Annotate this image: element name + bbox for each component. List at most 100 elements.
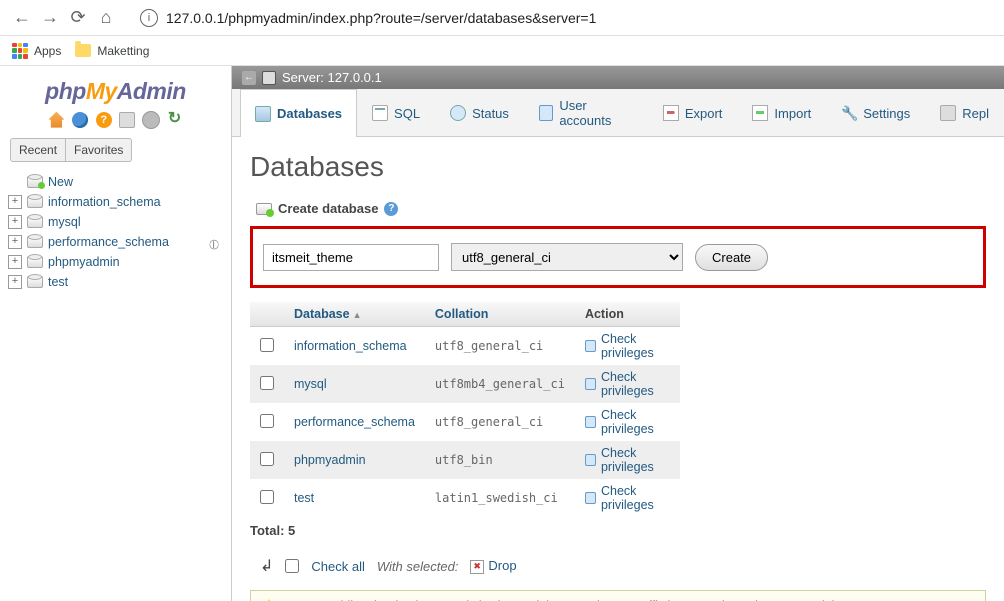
check-privileges-link[interactable]: Check privileges	[585, 370, 670, 398]
favorites-tab[interactable]: Favorites	[66, 138, 132, 162]
row-checkbox[interactable]	[260, 452, 274, 466]
row-checkbox[interactable]	[260, 376, 274, 390]
db-link[interactable]: performance_schema	[294, 415, 415, 429]
db-link[interactable]: mysql	[294, 377, 327, 391]
tree-item-mysql[interactable]: + mysql	[8, 212, 223, 232]
col-collation[interactable]: Collation	[425, 302, 575, 327]
check-all-link[interactable]: Check all	[311, 559, 364, 574]
back-button[interactable]: ←	[8, 4, 36, 32]
server-link[interactable]: Server: 127.0.0.1	[282, 70, 382, 85]
table-row: information_schema utf8_general_ci Check…	[250, 327, 680, 366]
check-privileges-link[interactable]: Check privileges	[585, 332, 670, 360]
drop-button[interactable]: Drop	[470, 558, 516, 574]
help-icon[interactable]: ?	[384, 202, 398, 216]
tab-export[interactable]: Export	[648, 89, 738, 136]
maketting-bookmark[interactable]: Maketting	[75, 44, 149, 58]
tab-settings[interactable]: 🔧Settings	[826, 89, 925, 136]
docs-icon[interactable]: ?	[96, 112, 112, 128]
sidebar: phpMyAdmin ? ↻ Recent Favorites ⦶ New +	[0, 66, 232, 601]
tab-databases[interactable]: Databases	[240, 89, 357, 137]
expand-icon[interactable]: +	[8, 235, 22, 249]
with-selected-label: With selected:	[377, 559, 459, 574]
users-icon	[539, 105, 553, 121]
db-link[interactable]: information_schema	[294, 339, 407, 353]
tab-status[interactable]: Status	[435, 89, 524, 136]
export-icon	[663, 105, 679, 121]
col-database[interactable]: Database▲	[284, 302, 425, 327]
tree-item-test[interactable]: + test	[8, 272, 223, 292]
check-privileges-link[interactable]: Check privileges	[585, 484, 670, 512]
databases-icon	[255, 106, 271, 122]
reload-button[interactable]: ⟳	[64, 4, 92, 32]
logo[interactable]: phpMyAdmin	[4, 72, 227, 107]
create-db-heading: Create database ?	[250, 201, 986, 216]
server-breadcrumb: ← Server: 127.0.0.1	[232, 66, 1004, 89]
url-text: 127.0.0.1/phpmyadmin/index.php?route=/se…	[166, 10, 596, 26]
table-row: test latin1_swedish_ci Check privileges	[250, 479, 680, 517]
reload-nav-icon[interactable]: ↻	[167, 112, 183, 128]
privileges-icon	[585, 416, 596, 428]
tab-user-accounts[interactable]: User accounts	[524, 89, 648, 136]
server-icon	[262, 71, 276, 85]
page-body: Databases Create database ? utf8_general…	[232, 137, 1004, 601]
sql-icon	[372, 105, 388, 121]
privileges-icon	[585, 340, 596, 352]
home-icon[interactable]	[48, 112, 64, 128]
page-title: Databases	[250, 151, 986, 183]
forward-button[interactable]: →	[36, 4, 64, 32]
check-privileges-link[interactable]: Check privileges	[585, 446, 670, 474]
total-count: Total: 5	[250, 523, 986, 538]
url-bar[interactable]: i 127.0.0.1/phpmyadmin/index.php?route=/…	[130, 5, 830, 31]
db-tree: New + information_schema + mysql + perfo…	[4, 172, 227, 292]
tree-item-performance-schema[interactable]: + performance_schema	[8, 232, 223, 252]
collation-select[interactable]: utf8_general_ci	[451, 243, 683, 271]
logout-icon[interactable]	[72, 112, 88, 128]
expand-icon[interactable]: +	[8, 215, 22, 229]
col-checkbox	[250, 302, 284, 327]
new-db-icon	[27, 176, 43, 188]
folder-icon	[75, 44, 91, 57]
expand-icon[interactable]: +	[8, 255, 22, 269]
link-panel-icon[interactable]: ⦶	[209, 236, 219, 253]
db-icon	[27, 196, 43, 208]
tab-sql[interactable]: SQL	[357, 89, 435, 136]
row-collation: utf8mb4_general_ci	[425, 365, 575, 403]
site-info-icon[interactable]: i	[140, 9, 158, 27]
check-all-checkbox[interactable]	[285, 559, 299, 573]
row-checkbox[interactable]	[260, 338, 274, 352]
privileges-icon	[585, 454, 596, 466]
expand-icon[interactable]: +	[8, 195, 22, 209]
bulk-arrow-icon: ↳	[260, 556, 273, 576]
collapse-nav-icon[interactable]: ←	[242, 71, 256, 85]
sql-window-icon[interactable]	[119, 112, 135, 128]
db-icon	[27, 236, 43, 248]
bookmark-bar: Apps Maketting	[0, 36, 1004, 66]
db-icon	[27, 216, 43, 228]
tree-new[interactable]: New	[8, 172, 223, 192]
settings-icon[interactable]	[143, 112, 159, 128]
apps-bookmark[interactable]: Apps	[12, 43, 61, 59]
row-checkbox[interactable]	[260, 490, 274, 504]
check-privileges-link[interactable]: Check privileges	[585, 408, 670, 436]
tree-item-information-schema[interactable]: + information_schema	[8, 192, 223, 212]
tab-import[interactable]: Import	[737, 89, 826, 136]
apps-icon	[12, 43, 28, 59]
expand-icon[interactable]: +	[8, 275, 22, 289]
tab-replication[interactable]: Repl	[925, 89, 1004, 136]
stats-note: Note: Enabling the database statistics h…	[250, 590, 986, 601]
db-name-input[interactable]	[263, 244, 439, 271]
home-button[interactable]: ⌂	[92, 4, 120, 32]
db-icon	[27, 276, 43, 288]
sidebar-tabs: Recent Favorites	[10, 138, 221, 162]
db-link[interactable]: test	[294, 491, 314, 505]
tree-item-phpmyadmin[interactable]: + phpmyadmin	[8, 252, 223, 272]
top-tabs: Databases SQL Status User accounts Expor…	[232, 89, 1004, 137]
db-link[interactable]: phpmyadmin	[294, 453, 366, 467]
row-collation: utf8_bin	[425, 441, 575, 479]
table-row: performance_schema utf8_general_ci Check…	[250, 403, 680, 441]
recent-tab[interactable]: Recent	[10, 138, 66, 162]
create-button[interactable]: Create	[695, 244, 768, 271]
replication-icon	[940, 105, 956, 121]
create-db-icon	[256, 203, 272, 215]
row-checkbox[interactable]	[260, 414, 274, 428]
